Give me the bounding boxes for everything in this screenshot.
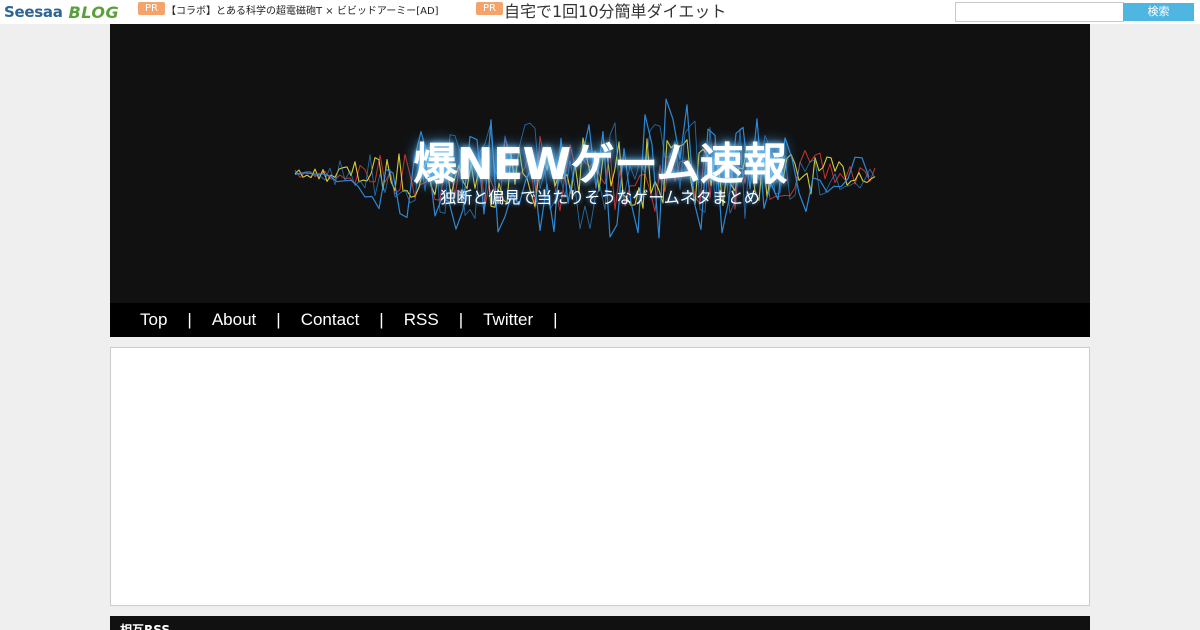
nav-separator: | — [458, 310, 464, 329]
nav-item-contact[interactable]: Contact — [301, 310, 360, 330]
nav-item-about[interactable]: About — [212, 310, 256, 330]
search-input[interactable] — [955, 2, 1124, 22]
site-header-banner[interactable]: 爆NEWゲーム速報 独断と偏見で当たりそうなゲームネタまとめ — [110, 24, 1090, 303]
content-ad-slot — [110, 347, 1090, 606]
ad-link-diet[interactable]: 自宅で1回10分簡単ダイエット — [504, 2, 726, 22]
search-button[interactable]: 検索 — [1123, 3, 1194, 21]
nav-separator: | — [553, 310, 558, 329]
mutual-rss-title: 相互RSS — [120, 623, 170, 630]
pr-badge: PR — [138, 2, 165, 15]
seesaa-top-bar: Seesaa BLOG PR 【コラボ】とある科学の超電磁砲T × ビビッドアー… — [0, 0, 1200, 24]
pr-badge: PR — [476, 2, 503, 15]
seesaa-blog-logo[interactable]: Seesaa BLOG — [4, 2, 119, 22]
nav-separator: | — [187, 310, 192, 329]
global-nav: Top | About | Contact | RSS | Twitter | — [110, 303, 1090, 337]
nav-item-top[interactable]: Top — [140, 310, 167, 330]
nav-separator: | — [379, 310, 384, 329]
mutual-rss-section: 相互RSS — [110, 616, 1090, 630]
ad-link-collab[interactable]: 【コラボ】とある科学の超電磁砲T × ビビッドアーミー[AD] — [166, 2, 439, 17]
site-title[interactable]: 爆NEWゲーム速報 — [110, 128, 1090, 192]
nav-separator: | — [276, 310, 281, 329]
nav-item-rss[interactable]: RSS — [404, 310, 439, 330]
nav-item-twitter[interactable]: Twitter — [483, 310, 533, 330]
logo-blog-text: BLOG — [68, 2, 120, 22]
logo-seesaa-text: Seesaa — [4, 3, 63, 21]
site-description: 独断と偏見で当たりそうなゲームネタまとめ — [440, 188, 760, 207]
